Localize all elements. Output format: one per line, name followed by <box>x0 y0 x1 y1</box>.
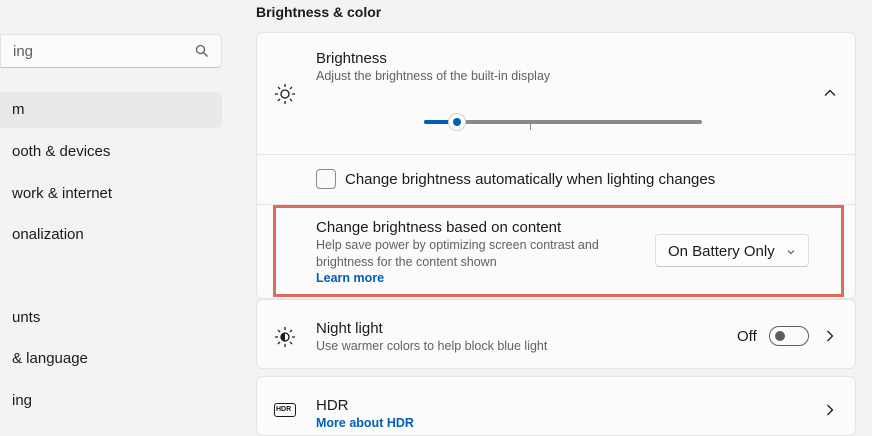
chevron-right-icon[interactable] <box>823 329 837 343</box>
sidebar-item-label: ing <box>12 392 33 409</box>
content-brightness-dropdown[interactable]: On Battery Only <box>655 234 809 267</box>
sidebar-item-label: & language <box>12 350 88 367</box>
settings-sidebar: ing m ooth & devices work & internet ona… <box>0 0 240 425</box>
brightness-title: Brightness <box>316 50 387 67</box>
slider-thumb[interactable] <box>448 113 467 131</box>
content-brightness-description: Help save power by optimizing screen con… <box>316 238 599 252</box>
night-light-title: Night light <box>316 320 383 337</box>
sidebar-item-accounts[interactable]: unts <box>0 300 222 336</box>
brightness-description: Adjust the brightness of the built-in di… <box>316 69 551 83</box>
chevron-up-icon[interactable] <box>823 86 837 100</box>
night-light-toggle[interactable] <box>769 326 809 346</box>
hdr-title: HDR <box>316 397 349 414</box>
auto-brightness-checkbox[interactable] <box>316 169 336 189</box>
chevron-down-icon <box>787 250 795 255</box>
dropdown-value: On Battery Only <box>668 243 775 260</box>
hdr-learn-link[interactable]: More about HDR <box>316 416 414 430</box>
sidebar-item-gaming[interactable]: ing <box>0 383 222 419</box>
sidebar-item-time-language[interactable]: & language <box>0 341 222 377</box>
search-icon <box>195 44 208 57</box>
sidebar-item-personalization[interactable]: onalization <box>0 217 222 253</box>
night-light-description: Use warmer colors to help block blue lig… <box>316 339 548 353</box>
toggle-knob <box>775 331 785 341</box>
learn-more-link[interactable]: Learn more <box>316 271 384 285</box>
night-light-state: Off <box>737 328 757 345</box>
sidebar-item-label: unts <box>12 309 41 326</box>
sidebar-item-label: onalization <box>12 226 84 243</box>
sun-icon <box>274 83 296 105</box>
night-light-icon <box>274 326 296 348</box>
hdr-badge-text: HDR <box>276 406 292 413</box>
sidebar-item-label: ooth & devices <box>12 143 111 160</box>
content-brightness-title: Change brightness based on content <box>316 219 562 236</box>
sidebar-item-bluetooth[interactable]: ooth & devices <box>0 134 222 170</box>
sidebar-item-network[interactable]: work & internet <box>0 176 222 212</box>
brightness-slider[interactable] <box>424 112 704 132</box>
search-text: ing <box>13 43 34 60</box>
sidebar-item-label: m <box>12 101 25 118</box>
search-input[interactable]: ing <box>0 34 222 68</box>
chevron-right-icon[interactable] <box>823 403 837 417</box>
slider-tick <box>530 124 531 130</box>
auto-brightness-label[interactable]: Change brightness automatically when lig… <box>345 171 715 188</box>
section-header: Brightness & color <box>256 4 382 20</box>
content-brightness-description-2: brightness for the content shown <box>316 255 497 269</box>
hdr-icon: HDR <box>274 403 296 417</box>
sidebar-item-system[interactable]: m <box>0 92 222 128</box>
sidebar-item-label: work & internet <box>12 185 113 202</box>
